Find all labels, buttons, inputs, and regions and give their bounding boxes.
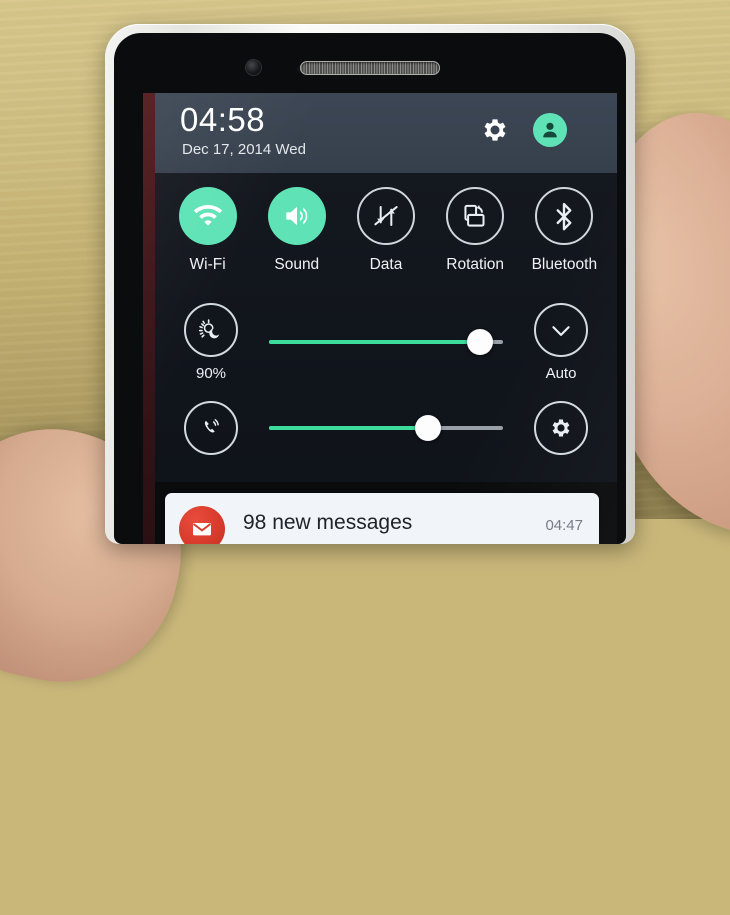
brightness-sun-moon-icon[interactable] xyxy=(184,302,238,357)
quick-toggle-wifi[interactable]: Wi-Fi xyxy=(164,187,252,274)
quick-toggle-label: Wi-Fi xyxy=(189,256,226,273)
volume-slider-fill xyxy=(269,426,429,430)
quick-toggle-sound[interactable]: Sound xyxy=(253,187,341,274)
phone-body: 04:58 Dec 17, 2014 Wed Wi-Fi Sound Data … xyxy=(105,24,635,544)
rotation-icon[interactable] xyxy=(446,187,505,245)
quick-toggle-row: Wi-Fi Sound Data Rotation Bluetooth xyxy=(163,187,609,297)
speaker-icon[interactable] xyxy=(267,187,326,245)
brightness-slider-row: 90% Auto xyxy=(163,299,609,385)
volume-control[interactable] xyxy=(163,401,259,455)
checkmark-icon[interactable] xyxy=(534,302,588,357)
quick-toggle-bluetooth[interactable]: Bluetooth xyxy=(520,187,608,274)
phone-front-face: 04:58 Dec 17, 2014 Wed Wi-Fi Sound Data … xyxy=(114,33,626,544)
notification-time: 04:47 xyxy=(545,517,583,534)
status-clock: 04:58 xyxy=(180,101,266,138)
quick-toggle-rotation[interactable]: Rotation xyxy=(431,187,519,274)
wallpaper-edge xyxy=(143,93,155,544)
volume-slider-row xyxy=(163,385,609,471)
volume-slider-thumb[interactable] xyxy=(415,415,442,441)
brightness-auto-control[interactable]: Auto xyxy=(513,302,609,382)
brightness-slider[interactable] xyxy=(269,315,503,369)
gear-icon[interactable] xyxy=(480,115,510,145)
quick-toggle-label: Rotation xyxy=(446,256,505,273)
notification-shade: 98 new messages 04:47 xyxy=(155,482,617,544)
bluetooth-icon[interactable] xyxy=(535,187,594,245)
left-hand-finger xyxy=(0,662,20,886)
front-camera-icon xyxy=(246,60,261,75)
earpiece-speaker-icon xyxy=(300,61,440,75)
brightness-slider-fill xyxy=(269,340,480,344)
quick-settings-panel: Wi-Fi Sound Data Rotation Bluetooth 90% … xyxy=(155,173,617,482)
ringer-phone-icon[interactable] xyxy=(184,401,238,455)
quick-toggle-label: Bluetooth xyxy=(531,256,598,273)
brightness-value-label: 90% xyxy=(195,364,227,382)
gear-icon[interactable] xyxy=(534,401,588,455)
quick-toggle-data[interactable]: Data xyxy=(342,187,430,274)
phone-screen: 04:58 Dec 17, 2014 Wed Wi-Fi Sound Data … xyxy=(143,93,617,544)
wifi-icon[interactable] xyxy=(178,187,237,245)
volume-settings-control[interactable] xyxy=(513,401,609,455)
notification-title: 98 new messages xyxy=(243,511,413,534)
quick-settings-header: 04:58 Dec 17, 2014 Wed xyxy=(155,93,617,173)
data-off-icon[interactable] xyxy=(356,187,415,245)
volume-slider[interactable] xyxy=(269,401,503,455)
quick-toggle-label: Sound xyxy=(274,256,320,273)
brightness-auto-label: Auto xyxy=(545,364,577,382)
gmail-envelope-icon xyxy=(179,506,225,544)
status-date: Dec 17, 2014 Wed xyxy=(182,141,306,158)
user-avatar-icon[interactable] xyxy=(533,113,567,147)
quick-toggle-label: Data xyxy=(369,256,403,273)
brightness-control[interactable]: 90% xyxy=(163,302,259,382)
brightness-slider-thumb[interactable] xyxy=(466,329,493,355)
